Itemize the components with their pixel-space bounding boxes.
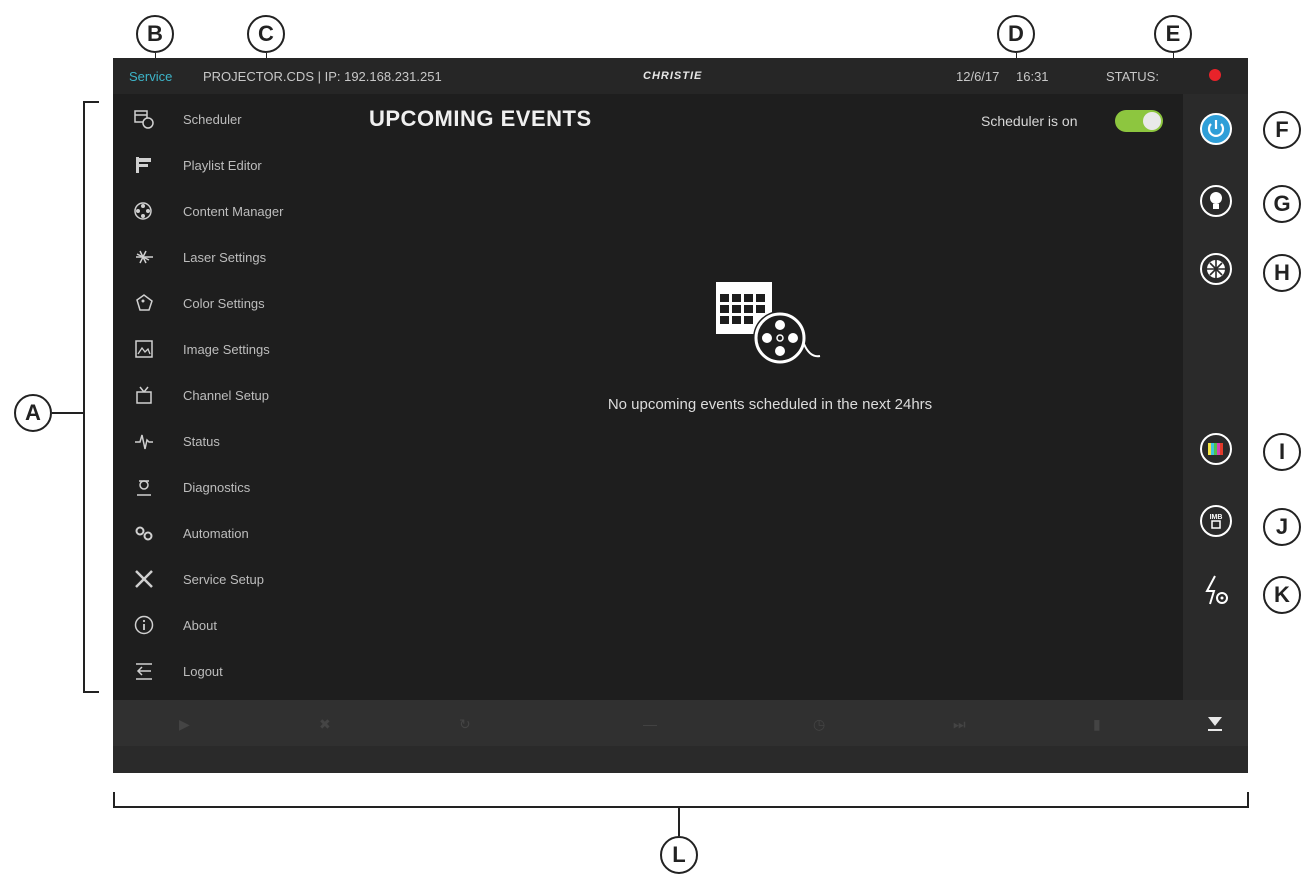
image-icon xyxy=(135,340,153,358)
sidebar-item-logout[interactable]: Logout xyxy=(113,654,348,694)
sidebar-item-about[interactable]: About xyxy=(113,608,348,648)
minus-icon[interactable]: — xyxy=(643,716,657,732)
diagnostics-icon xyxy=(137,480,151,496)
sidebar-item-label: Laser Settings xyxy=(183,250,267,265)
logout-icon xyxy=(136,663,152,680)
pulse-icon xyxy=(135,434,153,450)
bracket-l-stem xyxy=(678,806,680,836)
tv-icon xyxy=(136,386,152,404)
lamp-icon[interactable] xyxy=(1199,184,1233,218)
status-strip xyxy=(113,746,1248,773)
sidebar-item-diagnostics[interactable]: Diagnostics xyxy=(113,470,348,510)
callout-f: F xyxy=(1263,111,1301,149)
bracket-a-vertical xyxy=(83,101,85,693)
top-bar: Service PROJECTOR.CDS | IP: 192.168.231.… xyxy=(113,58,1248,94)
sidebar-item-image-settings[interactable]: Image Settings xyxy=(113,332,348,372)
play-icon[interactable]: ▶ xyxy=(179,716,190,733)
color-palette-icon xyxy=(136,294,153,311)
sidebar-menu: Scheduler Playlist Editor Content Manage… xyxy=(113,94,348,700)
bracket-a-stem xyxy=(52,412,83,414)
callout-j: J xyxy=(1263,508,1301,546)
callout-c: C xyxy=(247,15,285,53)
callout-l: L xyxy=(660,836,698,874)
sidebar-item-label: Automation xyxy=(183,526,249,541)
service-mode-label: Service xyxy=(129,69,173,84)
callout-h: H xyxy=(1263,254,1301,292)
tools-icon xyxy=(135,570,153,588)
empty-state-message: No upcoming events scheduled in the next… xyxy=(607,396,933,413)
sidebar-item-content-manager[interactable]: Content Manager xyxy=(113,194,348,234)
page-title: UPCOMING EVENTS xyxy=(369,106,592,131)
calendar-reel-icon xyxy=(716,282,821,365)
playlist-icon xyxy=(136,157,151,173)
sidebar-item-label: Playlist Editor xyxy=(183,158,262,173)
power-settings-icon[interactable] xyxy=(1199,574,1233,608)
sidebar-item-channel-setup[interactable]: Channel Setup xyxy=(113,378,348,418)
sidebar-item-label: Logout xyxy=(183,664,223,679)
bracket-l-right xyxy=(1247,792,1249,808)
sidebar-item-automation[interactable]: Automation xyxy=(113,516,348,556)
sidebar-item-scheduler[interactable]: Scheduler xyxy=(113,102,348,142)
stop-icon[interactable]: ✖ xyxy=(319,716,331,733)
right-action-rail: IMB xyxy=(1183,94,1248,700)
sidebar-item-label: Color Settings xyxy=(183,296,265,311)
pause-icon[interactable]: ▮ xyxy=(1093,716,1101,733)
sidebar-item-service-setup[interactable]: Service Setup xyxy=(113,562,348,602)
status-label: STATUS: xyxy=(1106,69,1159,84)
skip-icon[interactable]: ⏭ xyxy=(953,716,966,733)
bottom-toolbar: ▶ ✖ ↻ — ◷ ⏭ ▮ xyxy=(113,700,1248,746)
brand-logo: CHRISTIE xyxy=(643,70,703,82)
callout-d: D xyxy=(997,15,1035,53)
bracket-a-top xyxy=(83,101,99,103)
loop-icon[interactable]: ↻ xyxy=(459,716,471,733)
film-reel-icon xyxy=(134,202,152,220)
sidebar-item-label: Scheduler xyxy=(183,112,242,127)
callout-a: A xyxy=(14,394,52,432)
power-icon[interactable] xyxy=(1199,112,1233,146)
time-display: 16:31 xyxy=(1016,69,1049,84)
scheduler-toggle-label: Scheduler is on xyxy=(981,113,1078,129)
imb-icon[interactable]: IMB xyxy=(1199,504,1233,538)
sidebar-item-status[interactable]: Status xyxy=(113,424,348,464)
sidebar-item-label: Image Settings xyxy=(183,342,270,357)
sidebar-item-label: About xyxy=(183,618,217,633)
info-icon xyxy=(134,615,154,635)
collapse-icon[interactable] xyxy=(1205,714,1225,734)
scheduler-icon xyxy=(134,110,154,129)
timer-icon[interactable]: ◷ xyxy=(813,716,825,733)
sidebar-item-laser-settings[interactable]: Laser Settings xyxy=(113,240,348,280)
sidebar-item-playlist-editor[interactable]: Playlist Editor xyxy=(113,148,348,188)
scheduler-toggle[interactable] xyxy=(1115,110,1163,132)
status-indicator[interactable] xyxy=(1209,69,1221,81)
svg-text:IMB: IMB xyxy=(1210,514,1223,521)
sidebar-item-label: Channel Setup xyxy=(183,388,270,403)
callout-b: B xyxy=(136,15,174,53)
callout-e: E xyxy=(1154,15,1192,53)
projector-info: PROJECTOR.CDS | IP: 192.168.231.251 xyxy=(203,69,442,84)
sidebar-item-label: Diagnostics xyxy=(183,480,251,495)
bracket-l-horizontal xyxy=(113,806,1249,808)
date-display: 12/6/17 xyxy=(956,69,1000,84)
shutter-icon[interactable] xyxy=(1199,252,1233,286)
bracket-l-left xyxy=(113,792,115,808)
callout-k: K xyxy=(1263,576,1301,614)
test-pattern-icon[interactable] xyxy=(1199,432,1233,466)
sidebar-item-label: Content Manager xyxy=(183,204,284,219)
projector-screen: Service PROJECTOR.CDS | IP: 192.168.231.… xyxy=(113,58,1248,773)
toggle-knob xyxy=(1143,112,1161,130)
sidebar-item-label: Status xyxy=(183,434,220,449)
sidebar-item-color-settings[interactable]: Color Settings xyxy=(113,286,348,326)
sidebar-item-label: Service Setup xyxy=(183,572,264,587)
callout-g: G xyxy=(1263,185,1301,223)
bracket-a-bottom xyxy=(83,691,99,693)
gears-icon xyxy=(135,526,153,541)
callout-i: I xyxy=(1263,433,1301,471)
laser-icon xyxy=(136,250,153,264)
